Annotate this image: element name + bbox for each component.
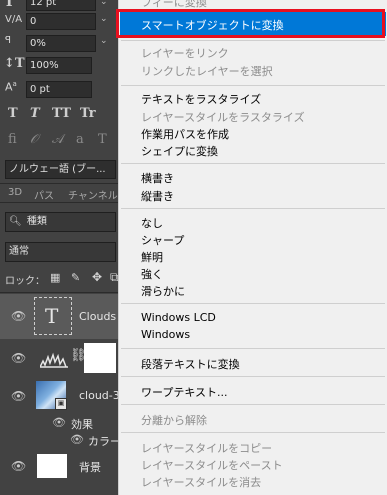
character-layers-panel: T 12 pt ⌄ V/A 0 ⌄ ꟼ 0% ⌄ ↕T 100% Aa 0 pt… bbox=[0, 0, 124, 495]
ligature-button[interactable]: ﬁ bbox=[8, 132, 17, 147]
menu-item-convert-to-shape[interactable]: シェイプに変換 bbox=[141, 143, 218, 159]
text-layer-thumbnail: T bbox=[34, 297, 72, 335]
tab-3d[interactable]: 3D bbox=[8, 187, 22, 198]
layer-effects-row[interactable]: 👁︎ 効果 bbox=[0, 415, 118, 432]
menu-separator bbox=[121, 404, 385, 405]
visibility-eye-icon[interactable]: 👁︎ bbox=[70, 433, 84, 446]
smart-object-thumbnail: ▣ bbox=[36, 381, 67, 410]
menu-item-create-work-path[interactable]: 作業用パスを作成 bbox=[141, 126, 229, 142]
menu-item-paragraph-text[interactable]: 段落テキストに変換 bbox=[141, 356, 240, 372]
lock-label: ロック： bbox=[5, 276, 45, 287]
menu-separator bbox=[121, 303, 385, 304]
menu-item-clear-style[interactable]: レイヤースタイルを消去 bbox=[141, 474, 261, 490]
layer-name[interactable]: 背景 bbox=[79, 459, 101, 475]
swash-button[interactable]: 𝒜 bbox=[52, 132, 64, 147]
menu-item-windows[interactable]: Windows bbox=[141, 328, 190, 341]
layer-row-cloud-smart[interactable]: 👁︎ ▣ cloud-3( bbox=[0, 377, 124, 415]
language-select[interactable]: ノルウェー語 (ブー... bbox=[5, 160, 116, 179]
all-caps-button[interactable]: TT bbox=[52, 106, 71, 121]
menu-separator bbox=[121, 208, 385, 209]
lock-image-icon[interactable]: ✎ bbox=[71, 271, 80, 284]
smart-object-badge-icon: ▣ bbox=[55, 398, 67, 410]
background-thumbnail bbox=[37, 454, 67, 478]
divider bbox=[0, 183, 118, 184]
menu-item-warp-text[interactable]: ワープテキスト... bbox=[141, 384, 228, 400]
layer-effect-row[interactable]: 👁︎ カラー bbox=[0, 432, 121, 449]
layer-mask-thumbnail[interactable] bbox=[84, 343, 116, 373]
visibility-eye-icon[interactable]: 👁︎ bbox=[11, 351, 26, 365]
menu-item-horizontal[interactable]: 横書き bbox=[141, 170, 174, 186]
effects-label: 効果 bbox=[71, 418, 93, 431]
tracking-icon: ꟼ bbox=[5, 35, 12, 46]
visibility-eye-icon[interactable]: 👁︎ bbox=[11, 389, 26, 403]
menu-separator bbox=[121, 432, 385, 433]
layer-row-background[interactable]: 👁︎ 背景 bbox=[0, 450, 118, 484]
callout-box bbox=[116, 9, 385, 38]
menu-item-rasterize-style[interactable]: レイヤースタイルをラスタライズ bbox=[141, 109, 305, 125]
menu-item-select-linked[interactable]: リンクしたレイヤーを選択 bbox=[141, 63, 273, 79]
menu-item-link-layers[interactable]: レイヤーをリンク bbox=[141, 45, 229, 61]
vertical-scale-icon: ↕T bbox=[4, 56, 25, 71]
divider bbox=[0, 202, 118, 203]
layer-name[interactable]: Clouds bbox=[79, 310, 116, 323]
menu-separator bbox=[121, 348, 385, 349]
menu-item-aa-crisp[interactable]: 鮮明 bbox=[141, 249, 163, 265]
filter-kind-label: 種類 bbox=[26, 216, 47, 227]
menu-item-copy-style[interactable]: レイヤースタイルをコピー bbox=[141, 440, 272, 456]
baseline-shift-icon: Aa bbox=[5, 80, 17, 94]
old-style-button[interactable]: 𝒪 bbox=[30, 132, 38, 147]
menu-separator bbox=[121, 376, 385, 377]
vertical-scale-field[interactable]: 100% bbox=[26, 57, 92, 74]
menu-item-windows-lcd[interactable]: Windows LCD bbox=[141, 311, 216, 324]
menu-item-vertical[interactable]: 縦書き bbox=[141, 188, 174, 204]
menu-item-rasterize-type[interactable]: テキストをラスタライズ bbox=[141, 91, 261, 107]
faux-bold-button[interactable]: T bbox=[8, 106, 18, 121]
faux-italic-button[interactable]: T bbox=[30, 106, 40, 121]
menu-item-paste-style[interactable]: レイヤースタイルをペースト bbox=[141, 457, 283, 473]
font-size-icon: T bbox=[4, 0, 15, 10]
menu-item-release-isolation[interactable]: 分離から解除 bbox=[141, 412, 207, 428]
tab-channels[interactable]: チャンネル bbox=[68, 187, 118, 202]
filter-kind-select[interactable]: 🔍︎ 種類 bbox=[5, 212, 116, 232]
lock-position-icon[interactable]: ✥ bbox=[92, 270, 102, 284]
blend-mode-select[interactable]: 通常 bbox=[5, 242, 116, 262]
titling-button[interactable]: T bbox=[98, 132, 107, 147]
levels-histogram-icon bbox=[39, 347, 68, 369]
kerning-field[interactable]: 0 bbox=[26, 13, 96, 30]
tab-paths[interactable]: パス bbox=[34, 187, 54, 202]
menu-item-aa-none[interactable]: なし bbox=[141, 215, 163, 231]
effect-name: カラー bbox=[88, 435, 121, 448]
chevron-down-icon[interactable]: ⌄ bbox=[100, 14, 108, 24]
menu-separator bbox=[121, 40, 385, 41]
font-size-field[interactable]: 12 pt bbox=[26, 0, 96, 11]
layer-context-menu: フィーに変換 スマートオブジェクトに変換 レイヤーをリンク リンクしたレイヤーを… bbox=[116, 0, 387, 495]
stylistic-alt-button[interactable]: a bbox=[76, 132, 84, 147]
kerning-icon: V/A bbox=[5, 14, 23, 25]
search-icon: 🔍︎ bbox=[9, 216, 22, 227]
text-type-icon: T bbox=[45, 304, 59, 328]
visibility-eye-icon[interactable]: 👁︎ bbox=[11, 309, 26, 323]
visibility-eye-icon[interactable]: 👁︎ bbox=[11, 459, 26, 473]
lock-transparent-icon[interactable]: ▦ bbox=[50, 271, 60, 284]
tracking-field[interactable]: 0% bbox=[26, 35, 96, 52]
menu-item-aa-smooth[interactable]: 滑らかに bbox=[141, 283, 185, 299]
layer-row-adjustment[interactable]: 👁︎ ⛓ bbox=[0, 339, 118, 377]
divider bbox=[0, 292, 118, 293]
small-caps-button[interactable]: Tr bbox=[80, 106, 96, 121]
baseline-shift-field[interactable]: 0 pt bbox=[26, 81, 92, 98]
chevron-down-icon[interactable]: ⌄ bbox=[100, 36, 108, 46]
menu-separator bbox=[121, 85, 385, 86]
layer-row-clouds[interactable]: 👁︎ T Clouds bbox=[0, 294, 118, 339]
menu-separator bbox=[121, 163, 385, 164]
chevron-down-icon[interactable]: ⌄ bbox=[100, 0, 108, 7]
menu-item-aa-sharp[interactable]: シャープ bbox=[141, 232, 184, 248]
menu-item-aa-strong[interactable]: 強く bbox=[141, 266, 163, 282]
visibility-eye-icon[interactable]: 👁︎ bbox=[52, 416, 66, 429]
